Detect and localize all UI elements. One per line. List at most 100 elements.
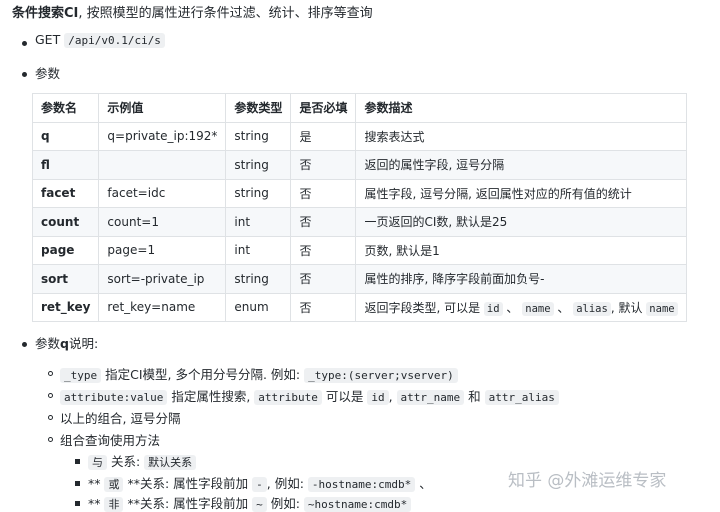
bullet-disc (22, 41, 27, 46)
code-or: 或 (104, 477, 124, 492)
table-row: facet facet=idc string 否 属性字段, 逗号分隔, 返回属… (31, 178, 687, 208)
q-item: 组合查询使用方法 (60, 433, 161, 448)
param-type: string (225, 264, 292, 294)
table-row: count count=1 int 否 一页返回的CI数, 默认是25 (31, 207, 687, 237)
param-example (98, 150, 227, 180)
param-desc: 属性字段, 逗号分隔, 返回属性对应的所有值的统计 (355, 178, 687, 208)
params-table: 参数名 示例值 参数类型 是否必填 参数描述 q q=private_ip:19… (31, 93, 687, 322)
code-attr-alias: attr_alias (484, 390, 559, 405)
ret-key-code-id: id (483, 301, 503, 316)
code-id: id (367, 390, 389, 405)
code-minus-example: -hostname:cmdb* (307, 477, 416, 492)
q-sub-item-text: , 例如: (266, 476, 308, 491)
separator: 、 (506, 300, 519, 315)
bullet-circle (48, 437, 53, 442)
q-item-text: 指定CI模型, 多个用分号分隔. 例如: (101, 367, 305, 382)
params-label: 参数 (35, 66, 61, 81)
param-type: enum (225, 292, 292, 322)
param-name: count (31, 207, 100, 237)
table-header-row: 参数名 示例值 参数类型 是否必填 参数描述 (31, 93, 687, 123)
col-header-name: 参数名 (31, 93, 100, 123)
code-tilde: ~ (252, 497, 267, 512)
ret-key-code-default: name (646, 301, 678, 316)
bullet-disc (22, 342, 27, 347)
code-type-example: _type:(server;vserver) (304, 368, 458, 383)
col-header-example: 示例值 (98, 93, 227, 123)
table-row: q q=private_ip:192* string 是 搜索表达式 (31, 121, 687, 151)
q-title-suffix: 说明: (68, 336, 99, 351)
param-example: q=private_ip:192* (98, 121, 227, 151)
code-default-relation: 默认关系 (144, 455, 197, 470)
q-item-text: 可以是 (321, 389, 368, 404)
table-row: fl string 否 返回的属性字段, 逗号分隔 (31, 150, 687, 180)
code-attribute: attribute (254, 390, 322, 405)
q-item: _type 指定CI模型, 多个用分号分隔. 例如: _type:(server… (60, 364, 458, 383)
q-sub-item: ** 或 **关系: 属性字段前加 -, 例如: -hostname:cmdb*… (88, 473, 432, 492)
col-header-required: 是否必填 (290, 93, 357, 123)
col-header-type: 参数类型 (225, 93, 292, 123)
code-minus: - (252, 477, 267, 492)
bullet-disc (22, 72, 27, 77)
table-row: ret_key ret_key=name enum 否 返回字段类型, 可以是 … (31, 292, 687, 322)
q-sub-item-text: **关系: 属性字段前加 (123, 476, 253, 491)
endpoint-line: GET /api/v0.1/ci/s (35, 32, 165, 48)
code-attr-name: attr_name (396, 390, 465, 405)
param-type: string (225, 178, 292, 208)
code-not: 非 (104, 497, 124, 512)
param-name: q (31, 121, 100, 151)
param-desc: 返回字段类型, 可以是 id 、 name 、 alias, 默认 name (355, 292, 687, 322)
param-required: 否 (290, 292, 357, 322)
param-required: 否 (290, 150, 357, 180)
param-desc: 页数, 默认是1 (355, 235, 687, 265)
ret-key-code-alias: alias (573, 301, 611, 316)
q-item: attribute:value 指定属性搜索, attribute 可以是 id… (60, 386, 559, 405)
param-required: 否 (290, 264, 357, 294)
param-example: page=1 (98, 235, 227, 265)
param-desc: 一页返回的CI数, 默认是25 (355, 207, 687, 237)
param-name: facet (31, 178, 100, 208)
code-type: _type (60, 368, 102, 383)
param-type: int (225, 207, 292, 237)
endpoint-path: /api/v0.1/ci/s (64, 33, 165, 48)
q-item-text: , (388, 389, 397, 404)
bullet-circle (48, 393, 53, 398)
ret-key-desc-text: 返回字段类型, 可以是 (364, 300, 481, 315)
ret-key-code-name: name (522, 301, 554, 316)
table-row: sort sort=-private_ip string 否 属性的排序, 降序… (31, 264, 687, 294)
q-sub-item-text: **关系: 属性字段前加 (123, 496, 253, 511)
q-title-prefix: 参数 (35, 336, 61, 351)
param-type: string (225, 150, 292, 180)
heading-rest: , 按照模型的属性进行条件过滤、统计、排序等查询 (78, 6, 373, 21)
code-and: 与 (88, 455, 107, 470)
param-required: 否 (290, 235, 357, 265)
q-item-text: 和 (464, 389, 485, 404)
param-name: page (31, 235, 100, 265)
q-item: 以上的组合, 逗号分隔 (60, 411, 181, 426)
bullet-square (75, 481, 80, 486)
param-required: 否 (290, 178, 357, 208)
q-sub-item-text: ** (88, 496, 105, 511)
param-example: count=1 (98, 207, 227, 237)
http-method: GET (35, 32, 61, 47)
heading-bold: 条件搜索CI (12, 6, 79, 21)
ret-key-default-text: , 默认 (610, 300, 643, 315)
param-type: int (225, 235, 292, 265)
param-example: sort=-private_ip (98, 264, 227, 294)
param-example: facet=idc (98, 178, 227, 208)
bullet-square (75, 501, 80, 506)
param-required: 否 (290, 207, 357, 237)
param-required: 是 (290, 121, 357, 151)
param-desc: 返回的属性字段, 逗号分隔 (355, 150, 687, 180)
col-header-desc: 参数描述 (355, 93, 687, 123)
table-row: page page=1 int 否 页数, 默认是1 (31, 235, 687, 265)
param-name: sort (31, 264, 100, 294)
param-name: ret_key (31, 292, 100, 322)
q-section-title: 参数q说明: (35, 333, 98, 352)
q-sub-item: 与 关系: 默认关系 (88, 451, 197, 470)
watermark-text: 知乎 @外滩运维专家 (508, 471, 667, 491)
page-heading: 条件搜索CI, 按照模型的属性进行条件过滤、统计、排序等查询 (12, 2, 373, 21)
q-sub-item-text: ** (88, 476, 105, 491)
code-attribute-value: attribute:value (60, 390, 168, 405)
param-type: string (225, 121, 292, 151)
param-desc: 搜索表达式 (355, 121, 687, 151)
